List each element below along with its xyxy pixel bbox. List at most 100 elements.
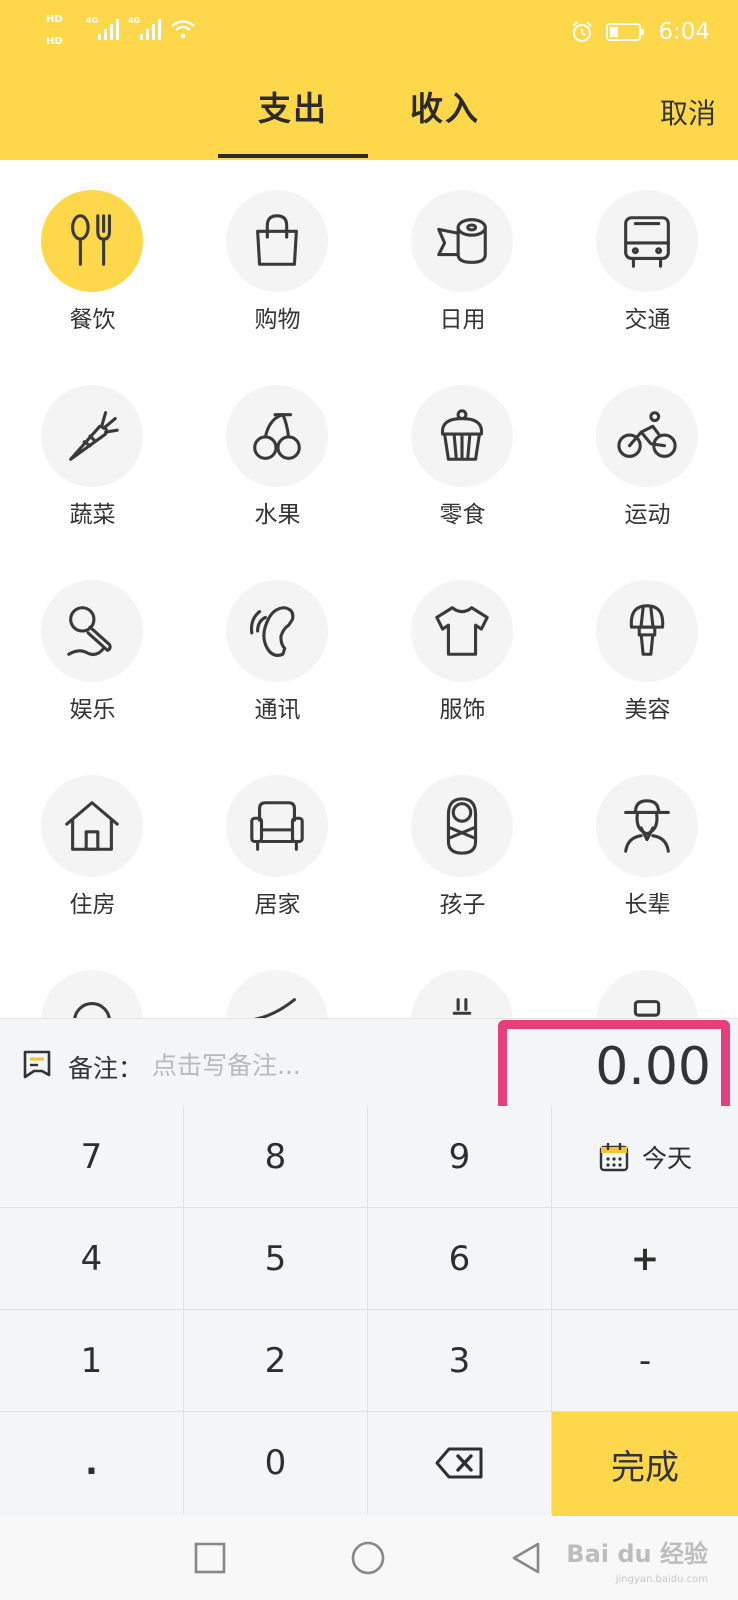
key-5[interactable]: 5: [184, 1208, 368, 1310]
category-circle: [41, 775, 143, 877]
home-icon[interactable]: [348, 1538, 388, 1578]
today-label: 今天: [641, 1143, 692, 1173]
key-8[interactable]: 8: [184, 1106, 368, 1208]
status-time: 6:04: [658, 19, 710, 45]
battery-icon: [606, 23, 645, 41]
armchair-icon: [250, 801, 304, 851]
category-home[interactable]: 居家: [185, 745, 370, 935]
category-label: 孩子: [439, 892, 486, 918]
key-3[interactable]: 3: [368, 1310, 552, 1412]
category-label: 购物: [254, 307, 301, 333]
key-plus[interactable]: +: [552, 1208, 738, 1310]
tab-expense[interactable]: 支出: [218, 82, 368, 158]
category-daily[interactable]: 日用: [370, 160, 555, 350]
category-circle: [411, 385, 513, 487]
sim1-badge: HD: [46, 14, 63, 25]
note-icon: [23, 1050, 51, 1079]
key-4[interactable]: 4: [0, 1208, 184, 1310]
category-beauty[interactable]: 美容: [555, 550, 738, 740]
done-button[interactable]: 完成: [552, 1412, 738, 1516]
category-children[interactable]: 孩子: [370, 745, 555, 935]
cherry-icon: [253, 413, 301, 460]
category-circle: [41, 385, 143, 487]
net2-label: 4G: [128, 16, 141, 25]
status-signals: HD HD 4G 4G: [46, 12, 206, 52]
carrot-icon: [69, 411, 119, 461]
category-circle: [596, 385, 698, 487]
wifi-icon: [171, 20, 195, 39]
shopping-bag-icon: [256, 214, 298, 266]
category-elders[interactable]: 长辈: [555, 745, 738, 935]
category-transport[interactable]: 交通: [555, 160, 738, 350]
key-0[interactable]: 0: [184, 1412, 368, 1514]
watermark-logo: Bai du 经验: [566, 1540, 708, 1568]
category-label: 通讯: [254, 697, 301, 723]
category-label: 长辈: [624, 892, 671, 918]
category-partial[interactable]: [185, 940, 370, 1020]
key-minus[interactable]: -: [552, 1310, 738, 1412]
category-grid: 餐饮 购物 日用 交通 蔬菜 水果 零食 运动 娱乐 通讯 服饰 美容 住房 居…: [0, 160, 738, 1020]
category-circle: [596, 580, 698, 682]
tab-income[interactable]: 收入: [370, 82, 520, 130]
category-label: 服饰: [439, 697, 486, 723]
category-label: 零食: [439, 502, 486, 528]
amount-display[interactable]: 0.00: [498, 1020, 730, 1118]
watermark-url: jingyan.baidu.com: [615, 1574, 708, 1585]
category-circle: [411, 190, 513, 292]
tissue-roll-icon: [437, 218, 487, 264]
microphone-icon: [67, 606, 112, 657]
category-housing[interactable]: 住房: [0, 745, 185, 935]
phone-icon: [249, 606, 295, 657]
category-vegetables[interactable]: 蔬菜: [0, 355, 185, 545]
key-dot[interactable]: .: [0, 1412, 184, 1514]
category-telecom[interactable]: 通讯: [185, 550, 370, 740]
partial-icon: [452, 998, 472, 1015]
category-entertainment[interactable]: 娱乐: [0, 550, 185, 740]
note-input[interactable]: [150, 1045, 454, 1085]
alarm-icon: [572, 21, 593, 42]
utensils-icon: [71, 214, 111, 266]
category-circle: [226, 190, 328, 292]
category-snacks[interactable]: 零食: [370, 355, 555, 545]
makeup-brush-icon: [629, 604, 665, 656]
category-shopping[interactable]: 购物: [185, 160, 370, 350]
category-partial[interactable]: [370, 940, 555, 1020]
bicycle-icon: [617, 411, 677, 458]
category-partial[interactable]: [0, 940, 185, 1020]
cancel-button[interactable]: 取消: [660, 92, 716, 132]
category-circle: [411, 970, 513, 1020]
category-circle: [226, 775, 328, 877]
key-6[interactable]: 6: [368, 1208, 552, 1310]
category-circle: [411, 580, 513, 682]
category-circle: [226, 580, 328, 682]
tshirt-icon: [435, 606, 489, 656]
category-clothing[interactable]: 服饰: [370, 550, 555, 740]
category-fruit[interactable]: 水果: [185, 355, 370, 545]
category-circle: [226, 970, 328, 1020]
category-circle: [596, 775, 698, 877]
recent-apps-icon[interactable]: [190, 1538, 230, 1578]
category-label: 运动: [624, 502, 671, 528]
category-dining[interactable]: 餐饮: [0, 160, 185, 350]
sim2-badge: HD: [46, 36, 63, 47]
category-circle: [596, 190, 698, 292]
backspace-button[interactable]: [368, 1412, 552, 1514]
category-circle: [41, 190, 143, 292]
backspace-icon: [435, 1447, 482, 1479]
category-label: 居家: [254, 892, 301, 918]
today-button[interactable]: 今天: [552, 1106, 738, 1208]
key-1[interactable]: 1: [0, 1310, 184, 1412]
key-7[interactable]: 7: [0, 1106, 184, 1208]
status-right: 6:04: [570, 14, 710, 50]
category-sports[interactable]: 运动: [555, 355, 738, 545]
header-bar: HD HD 4G 4G 6:04 支出 收入 取消: [0, 0, 738, 160]
calendar-icon: [599, 1142, 629, 1171]
category-partial[interactable]: [555, 940, 738, 1020]
key-2[interactable]: 2: [184, 1310, 368, 1412]
elder-icon: [624, 799, 670, 853]
key-9[interactable]: 9: [368, 1106, 552, 1208]
back-icon[interactable]: [506, 1538, 546, 1578]
category-label: 住房: [69, 892, 116, 918]
category-label: 娱乐: [69, 697, 116, 723]
category-label: 水果: [254, 502, 301, 528]
